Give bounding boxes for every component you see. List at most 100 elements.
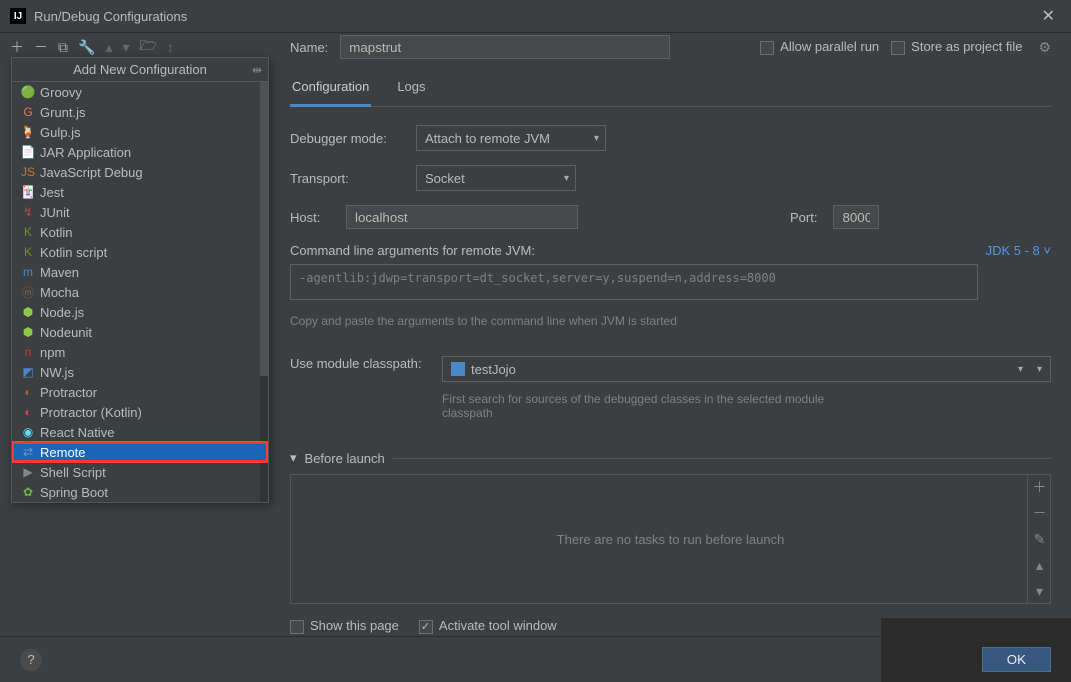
- window-title: Run/Debug Configurations: [34, 9, 1036, 24]
- config-item-protractor-kotlin-[interactable]: ◐ Protractor (Kotlin): [12, 402, 268, 422]
- config-icon: ◐: [20, 405, 36, 419]
- before-launch-empty: There are no tasks to run before launch: [557, 532, 785, 547]
- debugger-mode-label: Debugger mode:: [290, 131, 400, 146]
- sort-icon[interactable]: ↕: [167, 39, 174, 55]
- before-launch-box: There are no tasks to run before launch …: [290, 474, 1051, 604]
- down-icon[interactable]: ▾: [122, 39, 129, 56]
- config-icon: G: [20, 105, 36, 119]
- host-input[interactable]: [346, 205, 578, 229]
- chevron-down-icon: ▾: [1037, 364, 1042, 375]
- configuration-list[interactable]: 🟢 Groovy G Grunt.js 🍹Gulp.js📄JAR Application…: [12, 82, 268, 502]
- config-label: Node.js: [40, 305, 84, 320]
- name-input[interactable]: [340, 35, 670, 59]
- config-label: Kotlin: [40, 225, 73, 240]
- config-item-grunt-js[interactable]: G Grunt.js: [12, 102, 268, 122]
- before-launch-header[interactable]: ▾ Before launch: [290, 450, 1051, 466]
- config-item-kotlin[interactable]: K Kotlin: [12, 222, 268, 242]
- close-icon[interactable]: ✕: [1036, 6, 1061, 26]
- collapse-icon[interactable]: ▾: [290, 450, 297, 466]
- config-label: Kotlin script: [40, 245, 107, 260]
- left-column: Add New Configuration ⇹ 🟢 Groovy G Grunt.js…: [0, 61, 270, 667]
- config-icon: K: [20, 225, 36, 239]
- show-this-page-checkbox[interactable]: Show this page: [290, 618, 399, 634]
- config-item-shell-script[interactable]: ▶Shell Script: [12, 462, 268, 482]
- up-icon[interactable]: ▴: [105, 39, 112, 56]
- config-label: Spring Boot: [40, 485, 108, 500]
- config-label: NW.js: [40, 365, 74, 380]
- cmdline-hint: Copy and paste the arguments to the comm…: [290, 314, 1051, 328]
- help-icon[interactable]: ?: [20, 649, 42, 671]
- config-label: JUnit: [40, 205, 70, 220]
- cmdline-label: Command line arguments for remote JVM:: [290, 243, 535, 258]
- config-item-nodeunit[interactable]: ⬢Nodeunit: [12, 322, 268, 342]
- jdk-link[interactable]: JDK 5 - 8 ˅: [986, 243, 1051, 258]
- config-label: JAR Application: [40, 145, 131, 160]
- config-item-kotlin-script[interactable]: K Kotlin script: [12, 242, 268, 262]
- edit-task-icon[interactable]: ✎: [1028, 526, 1051, 552]
- config-item-junit[interactable]: ↯JUnit: [12, 202, 268, 222]
- copy-icon[interactable]: ⧉: [58, 39, 68, 56]
- popup-title: Add New Configuration: [73, 62, 207, 77]
- config-label: Protractor (Kotlin): [40, 405, 142, 420]
- config-label: npm: [40, 345, 65, 360]
- config-label: Shell Script: [40, 465, 106, 480]
- store-as-file-checkbox[interactable]: Store as project file: [891, 39, 1022, 55]
- module-label: Use module classpath:: [290, 356, 430, 371]
- config-label: Remote: [40, 445, 86, 460]
- right-panel: Name: Allow parallel run Store as projec…: [270, 61, 1071, 667]
- config-item-gulp-js[interactable]: 🍹Gulp.js: [12, 122, 268, 142]
- up-task-icon[interactable]: ▴: [1028, 552, 1051, 578]
- titlebar: IJ Run/Debug Configurations ✕: [0, 0, 1071, 33]
- tab-logs[interactable]: Logs: [395, 73, 427, 106]
- module-classpath-dropdown[interactable]: testJojo ▾: [442, 356, 1051, 382]
- allow-parallel-checkbox[interactable]: Allow parallel run: [760, 39, 879, 55]
- name-label: Name:: [290, 40, 328, 55]
- config-item-spring-boot[interactable]: ✿Spring Boot: [12, 482, 268, 502]
- config-label: Groovy: [40, 85, 82, 100]
- config-item-nw-js[interactable]: ◩ NW.js: [12, 362, 268, 382]
- add-task-icon[interactable]: ＋: [1028, 474, 1051, 500]
- wrench-icon[interactable]: 🔧: [78, 39, 95, 56]
- config-icon: 🟢: [20, 85, 36, 99]
- config-item-jar-application[interactable]: 📄JAR Application: [12, 142, 268, 162]
- activate-tool-window-checkbox[interactable]: Activate tool window: [419, 618, 557, 634]
- tab-configuration[interactable]: Configuration: [290, 73, 371, 107]
- cmdline-box[interactable]: -agentlib:jdwp=transport=dt_socket,serve…: [290, 264, 978, 300]
- config-icon: 🃏: [20, 185, 36, 199]
- config-item-protractor[interactable]: ◐Protractor: [12, 382, 268, 402]
- debugger-mode-dropdown[interactable]: Attach to remote JVM: [416, 125, 606, 151]
- port-input[interactable]: [833, 205, 879, 229]
- config-item-maven[interactable]: mMaven: [12, 262, 268, 282]
- transport-label: Transport:: [290, 171, 400, 186]
- config-item-mocha[interactable]: ⓜMocha: [12, 282, 268, 302]
- config-item-groovy[interactable]: 🟢 Groovy: [12, 82, 268, 102]
- app-icon: IJ: [10, 8, 26, 24]
- config-icon: ◩: [20, 365, 36, 379]
- config-item-javascript-debug[interactable]: JS JavaScript Debug: [12, 162, 268, 182]
- config-label: Grunt.js: [40, 105, 86, 120]
- config-label: Mocha: [40, 285, 79, 300]
- chevron-down-icon: ˅: [1043, 243, 1051, 258]
- remove-icon[interactable]: －: [34, 37, 48, 57]
- add-icon[interactable]: ＋: [10, 37, 24, 57]
- down-task-icon[interactable]: ▾: [1028, 578, 1051, 604]
- config-icon: K: [20, 245, 36, 259]
- config-item-remote[interactable]: ⇄Remote: [12, 442, 268, 462]
- remove-task-icon[interactable]: －: [1028, 500, 1051, 526]
- config-icon: JS: [20, 165, 36, 179]
- config-icon: ◐: [20, 385, 36, 399]
- transport-dropdown[interactable]: Socket: [416, 165, 576, 191]
- popup-header: Add New Configuration ⇹: [12, 58, 268, 82]
- config-item-jest[interactable]: 🃏Jest: [12, 182, 268, 202]
- pin-icon[interactable]: ⇹: [252, 63, 262, 77]
- config-icon: m: [20, 265, 36, 279]
- config-icon: n: [20, 345, 36, 359]
- config-icon: ⬢: [20, 305, 36, 319]
- config-item-node-js[interactable]: ⬢ Node.js: [12, 302, 268, 322]
- folder-icon[interactable]: 🗁: [140, 35, 157, 59]
- ok-button[interactable]: OK: [982, 647, 1051, 672]
- config-item-npm[interactable]: nnpm: [12, 342, 268, 362]
- config-label: JavaScript Debug: [40, 165, 143, 180]
- gear-icon[interactable]: ⚙: [1038, 39, 1051, 56]
- config-item-react-native[interactable]: ◉React Native: [12, 422, 268, 442]
